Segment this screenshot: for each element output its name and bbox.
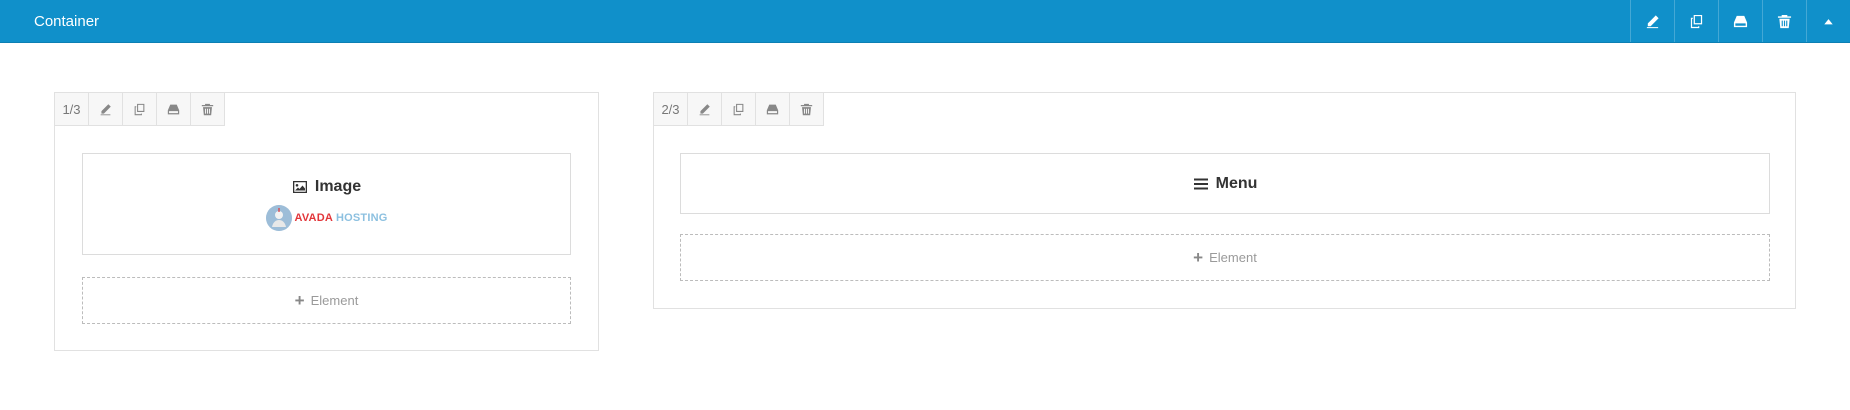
save-container-button[interactable] [1718,0,1762,42]
element-title-label: Menu [1215,174,1258,192]
column-toolbar: 1/3 [54,92,225,126]
save-column-button[interactable] [756,93,790,125]
plus-icon: + [294,291,305,310]
image-element[interactable]: Image AVADA HOSTING [82,153,571,255]
delete-column-button[interactable] [790,93,823,125]
edit-column-button[interactable] [688,93,722,125]
trash-icon [800,103,813,115]
drive-icon [766,104,779,114]
pencil-icon [699,103,710,115]
pencil-icon [1646,14,1659,28]
clone-container-button[interactable] [1674,0,1718,42]
logo-brand-part2: HOSTING [335,211,388,224]
clone-icon [134,103,145,115]
edit-container-button[interactable] [1630,0,1674,42]
add-element-button[interactable]: + Element [680,234,1770,281]
image-icon [292,180,307,193]
container-title: Container [34,12,100,30]
element-title: Image [292,178,361,196]
column-two-thirds: 2/3 Menu + Element [653,92,1796,309]
column-size-button[interactable]: 2/3 [654,93,688,125]
clone-column-button[interactable] [123,93,157,125]
add-element-label: Element [310,293,359,308]
add-element-label: Element [1209,250,1257,265]
delete-container-button[interactable] [1762,0,1806,42]
trash-icon [201,103,214,115]
drive-icon [1733,15,1748,27]
element-title-label: Image [314,177,362,195]
menu-icon [1193,178,1208,189]
clone-column-button[interactable] [722,93,756,125]
column-one-third: 1/3 Image AVADA HOSTING + Element [54,92,599,351]
collapse-container-button[interactable] [1806,0,1850,42]
delete-column-button[interactable] [191,93,224,125]
clone-icon [733,103,744,115]
pencil-icon [100,103,111,115]
edit-column-button[interactable] [89,93,123,125]
container-header: Container [0,0,1850,43]
column-size-button[interactable]: 1/3 [55,93,89,125]
logo-avatar-icon [265,204,292,231]
element-title: Menu [1193,174,1258,193]
caret-up-icon [1824,18,1833,24]
drive-icon [167,104,180,114]
save-column-button[interactable] [157,93,191,125]
menu-element[interactable]: Menu [680,153,1770,214]
container-actions [1630,0,1850,42]
logo-brand-part1: AVADA [294,211,333,224]
column-toolbar: 2/3 [653,92,824,126]
add-element-button[interactable]: + Element [82,277,571,324]
clone-icon [1690,14,1703,28]
image-preview-logo: AVADA HOSTING [265,204,388,231]
plus-icon: + [1193,248,1204,267]
trash-icon [1777,14,1792,28]
